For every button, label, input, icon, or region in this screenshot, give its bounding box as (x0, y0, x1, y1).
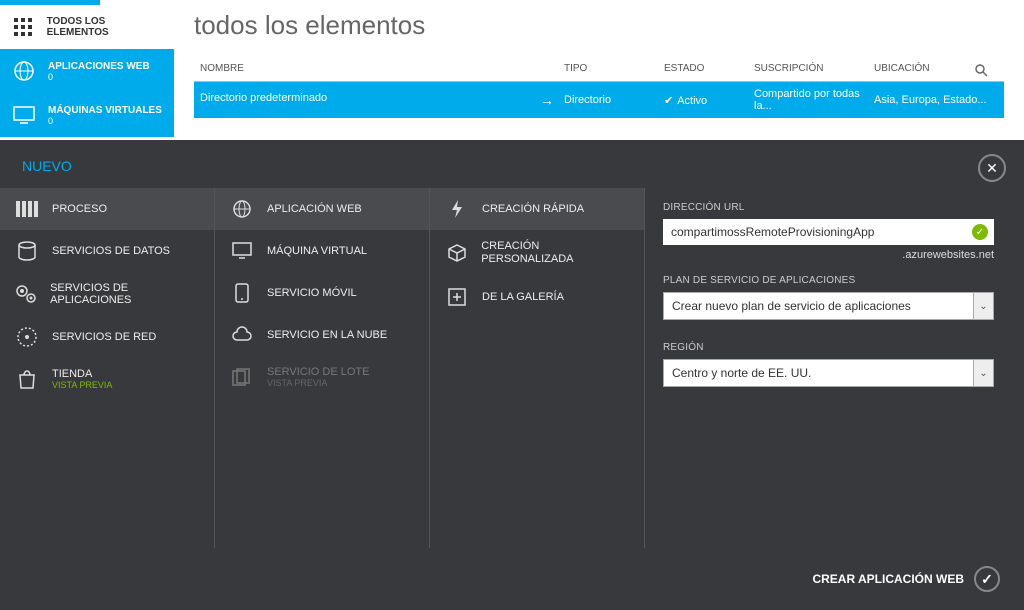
category-column: PROCESO SERVICIOS DE DATOS SERVICIOS DE … (0, 188, 215, 548)
sidebar-item-count: 0 (48, 116, 162, 126)
globe-icon (229, 198, 255, 220)
category-data[interactable]: SERVICIOS DE DATOS (0, 230, 214, 272)
close-button[interactable]: ✕ (978, 154, 1006, 182)
col-header-location[interactable]: UBICACIÓN (874, 63, 974, 77)
sidebar-item-label: APLICACIONES WEB (48, 61, 150, 72)
url-label: DIRECCIÓN URL (663, 202, 994, 213)
action-column: CREACIÓN RÁPIDA CREACIÓN PERSONALIZADA D… (430, 188, 645, 548)
preview-badge: VISTA PREVIA (52, 380, 112, 390)
arrow-right-icon[interactable]: → (540, 92, 554, 108)
col-header-status[interactable]: ESTADO (664, 63, 754, 77)
modal-title: NUEVO (0, 140, 1024, 188)
create-label: CREAR APLICACIÓN WEB (812, 572, 964, 586)
menu-label: CREACIÓN PERSONALIZADA (481, 240, 630, 266)
new-modal: NUEVO ✕ PROCESO SERVICIOS DE DATOS SERVI… (0, 140, 1024, 610)
service-vm[interactable]: MÁQUINA VIRTUAL (215, 230, 429, 272)
network-icon (14, 326, 40, 348)
globe-icon (10, 57, 38, 85)
category-store[interactable]: TIENDA VISTA PREVIA (0, 358, 214, 400)
lightning-icon (444, 198, 470, 220)
service-mobile[interactable]: SERVICIO MÓVIL (215, 272, 429, 314)
sidebar-item-count: 0 (48, 72, 150, 82)
compute-icon (14, 198, 40, 220)
menu-label: MÁQUINA VIRTUAL (267, 245, 367, 257)
menu-label: SERVICIO MÓVIL (267, 287, 357, 299)
box-icon (444, 242, 469, 264)
action-customcreate[interactable]: CREACIÓN PERSONALIZADA (430, 230, 644, 276)
sidebar: TODOS LOS ELEMENTOS APLICACIONES WEB 0 M… (0, 0, 174, 140)
col-header-subscription[interactable]: SUSCRIPCIÓN (754, 63, 874, 77)
bag-icon (14, 368, 40, 390)
table-header: NOMBRE TIPO ESTADO SUSCRIPCIÓN UBICACIÓN (194, 59, 1004, 82)
check-circle-icon: ✓ (972, 224, 988, 240)
plan-select[interactable]: Crear nuevo plan de servicio de aplicaci… (663, 292, 974, 320)
plus-box-icon (444, 286, 470, 308)
menu-label: DE LA GALERÍA (482, 291, 564, 303)
service-webapp[interactable]: APLICACIÓN WEB (215, 188, 429, 230)
check-icon: ✔ (664, 95, 673, 107)
mobile-icon (229, 282, 255, 304)
menu-label: APLICACIÓN WEB (267, 203, 362, 215)
plan-label: PLAN DE SERVICIO DE APLICACIONES (663, 275, 994, 286)
sidebar-item-all[interactable]: TODOS LOS ELEMENTOS (0, 5, 174, 49)
url-input[interactable] (663, 219, 994, 245)
sidebar-item-webapps[interactable]: APLICACIONES WEB 0 (0, 49, 174, 93)
sidebar-item-label: TODOS LOS ELEMENTOS (47, 16, 164, 38)
create-button[interactable]: CREAR APLICACIÓN WEB ✓ (812, 566, 1000, 592)
main-content: todos los elementos NOMBRE TIPO ESTADO S… (174, 0, 1024, 140)
action-gallery[interactable]: DE LA GALERÍA (430, 276, 644, 318)
service-cloud[interactable]: SERVICIO EN LA NUBE (215, 314, 429, 356)
col-header-name[interactable]: NOMBRE (194, 63, 564, 77)
search-icon[interactable] (974, 63, 1004, 77)
table-row[interactable]: Directorio predeterminado → Directorio ✔… (194, 82, 1004, 118)
menu-label: TIENDA (52, 368, 112, 380)
gears-icon (14, 283, 38, 305)
category-compute[interactable]: PROCESO (0, 188, 214, 230)
menu-label: PROCESO (52, 203, 107, 215)
menu-label: SERVICIOS DE RED (52, 331, 156, 343)
url-suffix: .azurewebsites.net (663, 249, 994, 261)
chevron-down-icon[interactable]: ⌄ (974, 359, 994, 387)
row-type: Directorio (564, 94, 664, 106)
monitor-icon (10, 101, 38, 129)
region-label: REGIÓN (663, 342, 994, 353)
form-panel: DIRECCIÓN URL ✓ .azurewebsites.net PLAN … (645, 188, 1024, 548)
service-batch[interactable]: SERVICIO DE LOTE VISTA PREVIA (215, 356, 429, 398)
col-header-type[interactable]: TIPO (564, 63, 664, 77)
service-column: APLICACIÓN WEB MÁQUINA VIRTUAL SERVICIO … (215, 188, 430, 548)
row-status: Activo (677, 95, 707, 107)
menu-label: SERVICIO DE LOTE (267, 366, 370, 378)
sidebar-item-vms[interactable]: MÁQUINAS VIRTUALES 0 (0, 93, 174, 137)
category-network[interactable]: SERVICIOS DE RED (0, 316, 214, 358)
menu-label: SERVICIO EN LA NUBE (267, 329, 387, 341)
menu-label: SERVICIOS DE APLICACIONES (50, 282, 200, 306)
database-icon (14, 240, 40, 262)
page-title: todos los elementos (194, 10, 1004, 41)
row-location: Asia, Europa, Estado... (874, 94, 1004, 106)
preview-badge: VISTA PREVIA (267, 378, 370, 388)
action-quickcreate[interactable]: CREACIÓN RÁPIDA (430, 188, 644, 230)
cloud-gear-icon (229, 324, 255, 346)
row-subscription: Compartido por todas la... (754, 88, 874, 112)
grid-icon (10, 13, 37, 41)
region-select[interactable]: Centro y norte de EE. UU. (663, 359, 974, 387)
sidebar-item-label: MÁQUINAS VIRTUALES (48, 105, 162, 116)
category-appservices[interactable]: SERVICIOS DE APLICACIONES (0, 272, 214, 316)
check-icon: ✓ (974, 566, 1000, 592)
row-name: Directorio predeterminado (200, 92, 327, 108)
chevron-down-icon[interactable]: ⌄ (974, 292, 994, 320)
menu-label: CREACIÓN RÁPIDA (482, 203, 584, 215)
monitor-icon (229, 240, 255, 262)
batch-icon (229, 366, 255, 388)
menu-label: SERVICIOS DE DATOS (52, 245, 170, 257)
